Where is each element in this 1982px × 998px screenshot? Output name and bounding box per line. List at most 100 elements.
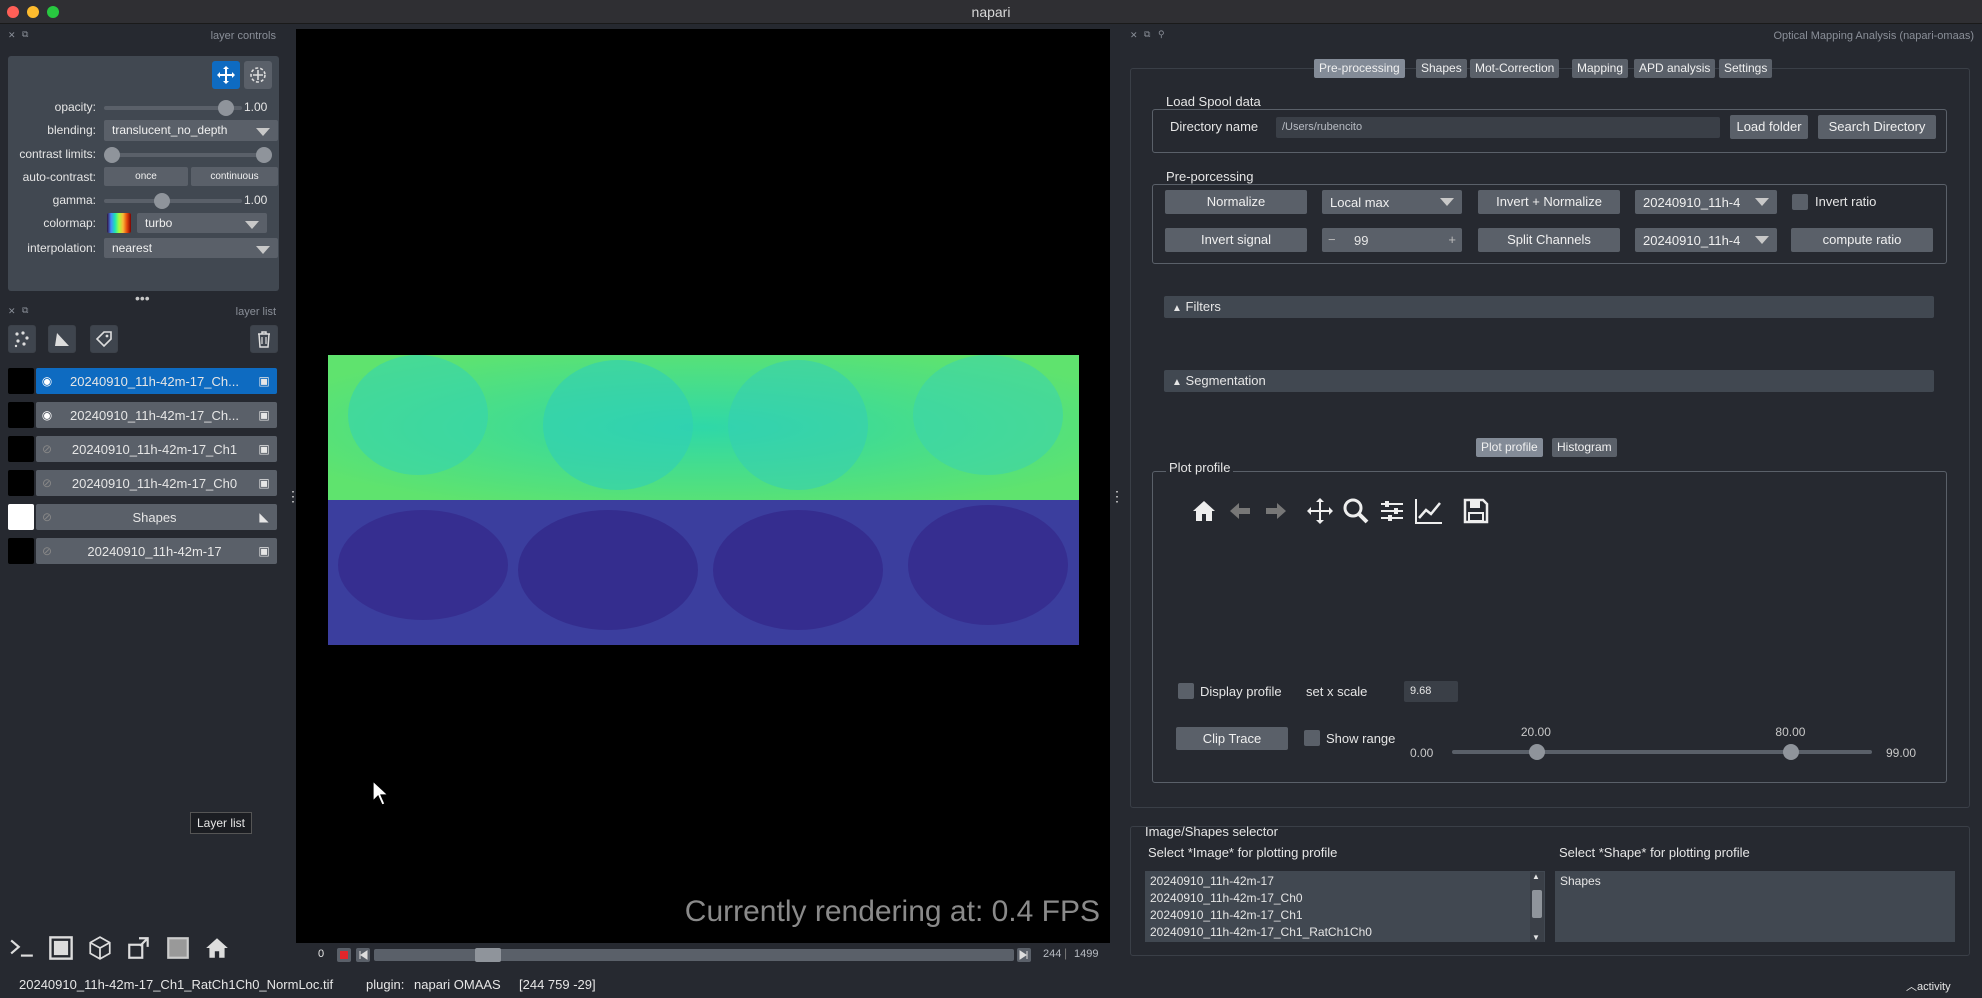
directory-name-input[interactable]: /Users/rubencito [1276,117,1720,138]
clip-trace-button[interactable]: Clip Trace [1176,727,1288,750]
next-frame-button[interactable] [1017,948,1031,962]
play-button[interactable] [337,948,351,962]
segmentation-collapsible[interactable]: ▲ Segmentation [1164,370,1934,392]
shape-list[interactable]: Shapes [1555,871,1955,942]
prev-frame-button[interactable] [356,948,370,962]
dock-float-icon[interactable]: ⧉ [22,29,28,40]
spinbox-minus-icon[interactable]: − [1328,232,1336,247]
continuous-button[interactable]: continuous [191,167,278,186]
invert-normalize-button[interactable]: Invert + Normalize [1478,190,1620,214]
layer-row[interactable]: ◉ 20240910_11h-42m-17_Ch... ▣ [36,402,277,428]
new-points-layer-button[interactable] [8,325,36,353]
scroll-up-icon[interactable]: ▲ [1532,872,1540,881]
display-profile-checkbox[interactable] [1178,683,1194,699]
range-slider[interactable] [1452,750,1872,754]
transpose-button[interactable] [124,934,154,962]
tab-mapping[interactable]: Mapping [1572,59,1629,78]
new-shapes-layer-button[interactable] [48,325,76,353]
tab-mot-correction[interactable]: Mot-Correction [1470,59,1560,78]
eye-icon[interactable]: ◉ [36,408,58,422]
image-list-item[interactable]: 20240910_11h-42m-17_Ch1 [1150,907,1540,924]
eye-closed-icon[interactable]: ⊘ [36,544,58,558]
contrast-limits-slider[interactable] [112,153,272,157]
image-list-item[interactable]: 20240910_11h-42m-17_Ch1_RatCh1Ch0 [1150,924,1540,941]
image-list-item[interactable]: 20240910_11h-42m-17 [1150,873,1540,890]
interpolation-dropdown[interactable]: nearest [104,238,278,258]
layer-row[interactable]: ⊘ 20240910_11h-42m-17 ▣ [36,538,277,564]
splitter-handle[interactable]: ••• [135,290,150,306]
eye-icon[interactable]: ◉ [36,374,58,388]
right-dock-splitter-icon[interactable]: ⋮ [1110,488,1124,505]
dock-close-icon[interactable]: ✕ [8,306,16,317]
save-icon[interactable] [1462,497,1490,525]
compute-ratio-button[interactable]: compute ratio [1791,228,1933,252]
colormap-dropdown[interactable]: turbo [137,213,267,233]
pan-icon[interactable] [1306,497,1334,525]
dock-close-icon[interactable]: ✕ [8,30,16,41]
layer-row[interactable]: ◉ 20240910_11h-42m-17_Ch... ▣ [36,368,277,394]
dock-float-icon[interactable]: ⧉ [22,305,28,316]
home-icon[interactable] [1190,497,1218,525]
tab-plot-profile[interactable]: Plot profile [1476,438,1543,457]
contrast-max-handle[interactable] [256,147,272,163]
dock-close-icon[interactable]: ✕ [1130,30,1138,41]
show-range-checkbox[interactable] [1304,730,1320,746]
blending-dropdown[interactable]: translucent_no_depth [104,120,278,141]
tab-shapes[interactable]: Shapes [1416,59,1467,78]
image-list-item[interactable]: 20240910_11h-42m-17_Ch0 [1150,890,1540,907]
invert-value-spinbox[interactable]: − 99 + [1322,228,1462,252]
tab-histogram[interactable]: Histogram [1552,438,1617,457]
forward-arrow-icon[interactable] [1262,497,1290,525]
tab-apd-analysis[interactable]: APD analysis [1634,59,1716,78]
roll-dims-button[interactable] [85,934,115,962]
image-list-scrollbar[interactable]: ▲ ▼ [1530,872,1544,942]
shape-list-item[interactable]: Shapes [1560,873,1950,890]
layer-row[interactable]: ⊘ Shapes ◣ [36,504,277,530]
split-channels-button[interactable]: Split Channels [1478,228,1620,252]
transform-button[interactable] [244,61,272,89]
search-directory-button[interactable]: Search Directory [1818,115,1936,139]
dock-float-icon[interactable]: ⧉ [1144,29,1150,40]
gamma-slider[interactable] [104,199,242,203]
console-button[interactable] [7,934,37,962]
scrollbar-thumb[interactable] [1532,890,1542,918]
delete-layer-button[interactable] [250,325,278,353]
filters-collapsible[interactable]: ▲ Filters [1164,296,1934,318]
once-button[interactable]: once [104,167,188,186]
new-labels-layer-button[interactable] [90,325,118,353]
opacity-slider-handle[interactable] [218,100,234,116]
contrast-min-handle[interactable] [104,147,120,163]
local-max-dropdown[interactable]: Local max [1322,190,1462,214]
configure-subplots-icon[interactable] [1378,497,1406,525]
layer-row[interactable]: ⊘ 20240910_11h-42m-17_Ch1 ▣ [36,436,277,462]
normalize-layer-dropdown[interactable]: 20240910_11h-4 [1635,190,1777,214]
tab-pre-processing[interactable]: Pre-processing [1314,59,1405,78]
gamma-slider-handle[interactable] [154,193,170,209]
activity-button[interactable]: ︿activity [1906,978,1951,994]
dims-slider-handle[interactable] [475,948,501,962]
layer-row[interactable]: ⊘ 20240910_11h-42m-17_Ch0 ▣ [36,470,277,496]
x-scale-input[interactable]: 9.68 [1404,681,1458,702]
back-arrow-icon[interactable] [1226,497,1254,525]
invert-signal-button[interactable]: Invert signal [1165,228,1307,252]
spinbox-plus-icon[interactable]: + [1448,232,1456,247]
dock-help-icon[interactable]: ⚲ [1158,29,1165,40]
edit-axis-icon[interactable] [1414,497,1444,525]
invert-ratio-checkbox[interactable] [1792,194,1808,210]
zoom-icon[interactable] [1342,497,1370,525]
split-layer-dropdown[interactable]: 20240910_11h-4 [1635,228,1777,252]
normalize-button[interactable]: Normalize [1165,190,1307,214]
left-dock-splitter-icon[interactable]: ⋮ [286,488,300,505]
ndisplay-button[interactable] [46,934,76,962]
tab-settings[interactable]: Settings [1719,59,1773,78]
scroll-down-icon[interactable]: ▼ [1532,933,1540,942]
load-folder-button[interactable]: Load folder [1730,115,1808,139]
grid-view-button[interactable] [163,934,193,962]
eye-closed-icon[interactable]: ⊘ [36,476,58,490]
eye-closed-icon[interactable]: ⊘ [36,442,58,456]
viewer-canvas[interactable]: Currently rendering at: 0.4 FPS [296,29,1110,943]
eye-closed-icon[interactable]: ⊘ [36,510,58,524]
dims-slider[interactable] [374,949,1014,961]
home-button[interactable] [202,934,232,962]
pan-zoom-button[interactable] [212,61,240,89]
